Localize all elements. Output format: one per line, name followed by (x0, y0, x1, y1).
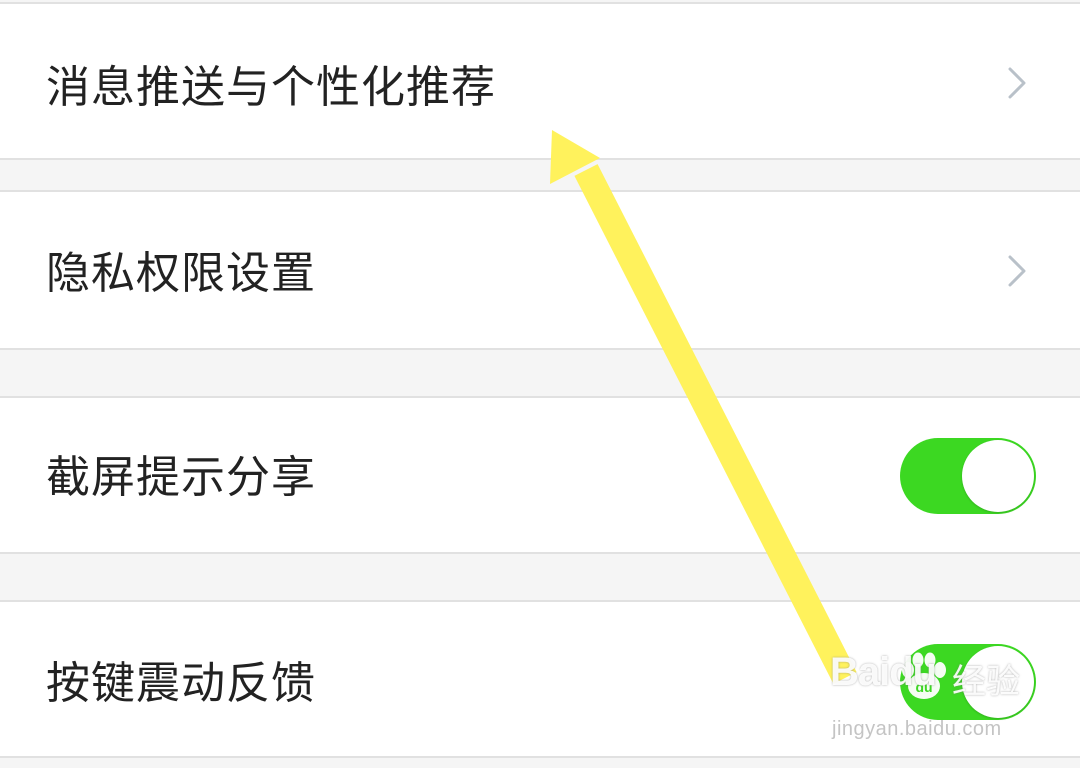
screenshot-share-toggle[interactable] (900, 438, 1036, 514)
settings-row-label: 隐私权限设置 (46, 248, 316, 299)
settings-row-label: 消息推送与个性化推荐 (46, 62, 496, 113)
settings-row-label: 按键震动反馈 (46, 658, 316, 709)
settings-row-screenshot-share: 截屏提示分享 (0, 396, 1080, 554)
toggle-knob (962, 440, 1034, 512)
settings-row-privacy[interactable]: 隐私权限设置 (0, 190, 1080, 350)
settings-row-label: 截屏提示分享 (46, 452, 316, 503)
settings-row-push-recommend[interactable]: 消息推送与个性化推荐 (0, 2, 1080, 160)
toggle-knob (962, 646, 1034, 718)
key-vibration-toggle[interactable] (900, 644, 1036, 720)
chevron-right-icon (1008, 255, 1026, 287)
settings-screen: 消息推送与个性化推荐 隐私权限设置 截屏提示分享 按键震动反馈 du Baidu… (0, 0, 1080, 768)
chevron-right-icon (1008, 67, 1026, 99)
settings-row-key-vibration: 按键震动反馈 (0, 600, 1080, 758)
